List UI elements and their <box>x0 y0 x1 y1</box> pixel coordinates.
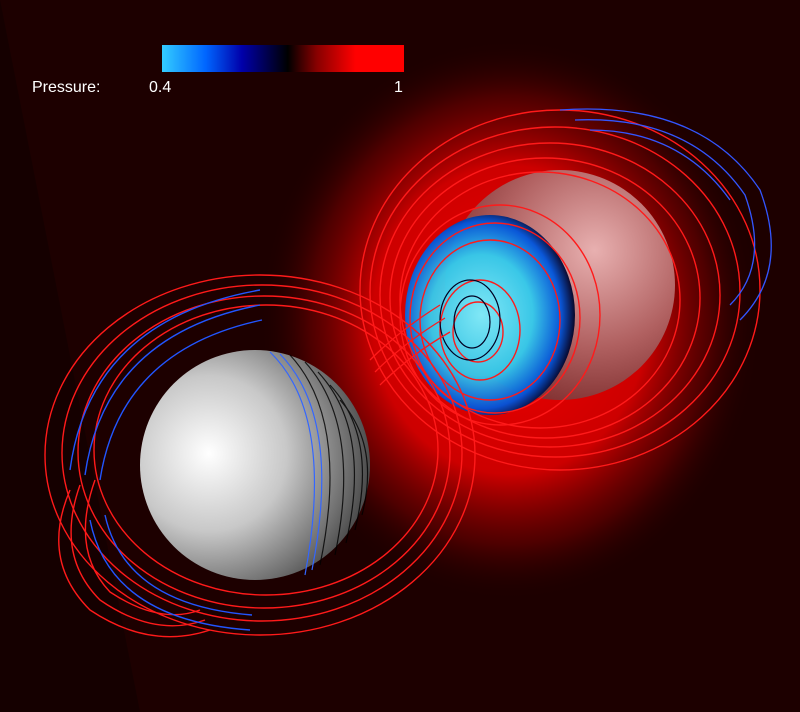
pressure-colorbar <box>162 45 404 72</box>
pressure-visualization <box>0 0 800 712</box>
legend-title: Pressure: <box>32 79 101 96</box>
legend-max-label: 1 <box>394 79 403 96</box>
legend-min-label: 0.4 <box>149 79 172 96</box>
